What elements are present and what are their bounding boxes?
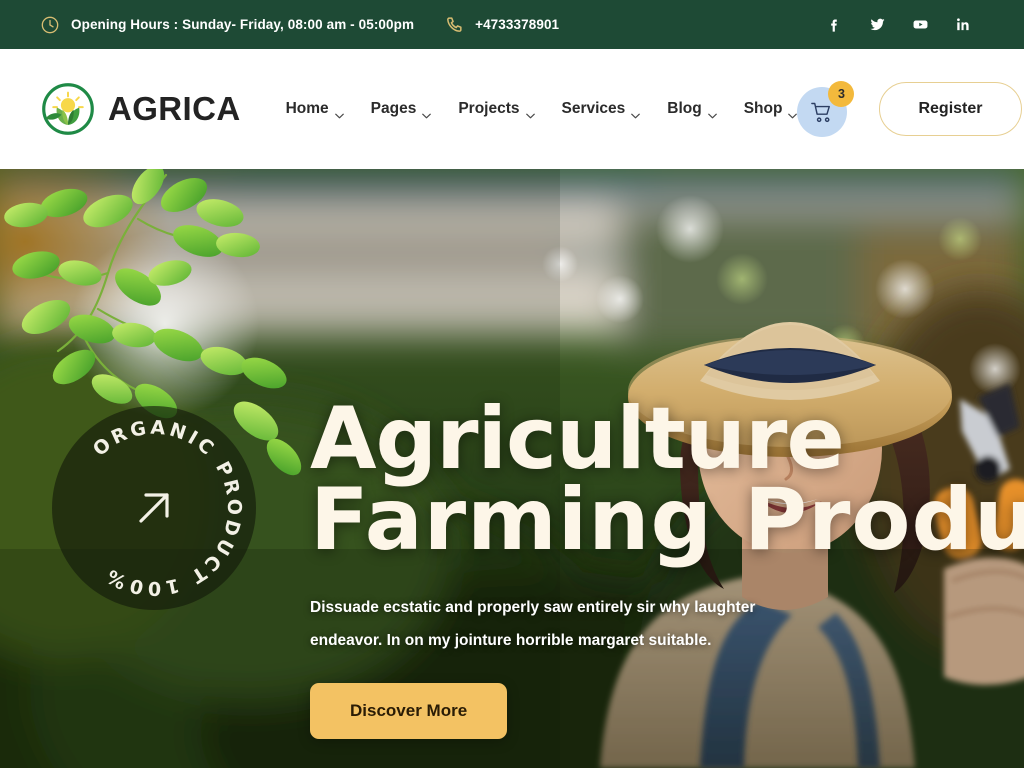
hero-title-line2: Farming Products (310, 469, 1024, 570)
phone-icon (444, 15, 464, 35)
clock-icon (40, 15, 60, 35)
nav-item-services[interactable]: Services (561, 100, 641, 119)
hero-title: Agriculture Farming Products (310, 389, 1024, 570)
nav-item-blog[interactable]: Blog (667, 100, 717, 119)
nav-label-shop: Shop (743, 100, 783, 117)
nav-label-blog: Blog (667, 100, 702, 117)
organic-product-badge[interactable]: ORGANIC PRODUCT 100% (52, 406, 256, 610)
hero-section: ORGANIC PRODUCT 100% Agriculture Farming… (0, 169, 1024, 768)
nav-label-home: Home (285, 100, 329, 117)
arrow-up-right-icon (128, 482, 180, 534)
linkedin-icon[interactable] (955, 16, 972, 33)
nav-item-projects[interactable]: Projects (458, 100, 535, 119)
hero-content: Agriculture Farming Products Dissuade ec… (310, 389, 1024, 740)
twitter-icon[interactable] (869, 16, 886, 33)
nav-item-home[interactable]: Home (285, 100, 344, 119)
cart-button[interactable]: 3 (797, 81, 855, 137)
chevron-down-icon (422, 106, 432, 119)
site-header: AGRICA Home Pages Projects Services Blog… (0, 49, 1024, 169)
main-navigation: Home Pages Projects Services Blog Shop (285, 100, 798, 119)
youtube-icon[interactable] (912, 16, 929, 33)
opening-hours: Opening Hours : Sunday- Friday, 08:00 am… (40, 15, 414, 35)
page-root: Opening Hours : Sunday- Friday, 08:00 am… (0, 0, 1024, 768)
logo[interactable]: AGRICA (40, 81, 241, 137)
torn-edge-decoration (0, 140, 1024, 170)
nav-label-projects: Projects (458, 100, 520, 117)
nav-item-pages[interactable]: Pages (370, 100, 432, 119)
hero-title-line1: Agriculture (310, 389, 845, 489)
register-button[interactable]: Register (879, 82, 1022, 136)
chevron-down-icon (334, 106, 344, 119)
header-actions: 3 Register (797, 81, 1022, 137)
chevron-down-icon (707, 106, 717, 119)
opening-hours-text: Opening Hours : Sunday- Friday, 08:00 am… (71, 17, 415, 32)
top-info-bar: Opening Hours : Sunday- Friday, 08:00 am… (0, 0, 1024, 49)
nav-label-services: Services (561, 100, 626, 117)
nav-label-pages: Pages (370, 100, 417, 117)
logo-text: AGRICA (108, 90, 241, 127)
shopping-cart-icon (810, 102, 834, 123)
facebook-icon[interactable] (826, 16, 843, 33)
topbar-contact-group: Opening Hours : Sunday- Friday, 08:00 am… (40, 15, 559, 35)
social-links (826, 16, 984, 33)
phone-number: +4733378901 (475, 17, 560, 32)
agrica-leaf-sun-logo-icon (40, 81, 96, 137)
discover-more-button[interactable]: Discover More (310, 683, 508, 740)
chevron-down-icon (788, 106, 798, 119)
chevron-down-icon (631, 106, 641, 119)
phone-contact[interactable]: +4733378901 (444, 15, 559, 35)
nav-item-shop[interactable]: Shop (743, 100, 798, 119)
hero-subtitle: Dissuade ecstatic and properly saw entir… (310, 591, 810, 658)
hero-subtitle-line2: endeavor. In on my jointure horrible mar… (310, 631, 712, 649)
cart-count-badge: 3 (828, 81, 855, 107)
chevron-down-icon (525, 106, 535, 119)
hero-subtitle-line1: Dissuade ecstatic and properly saw entir… (310, 598, 756, 616)
